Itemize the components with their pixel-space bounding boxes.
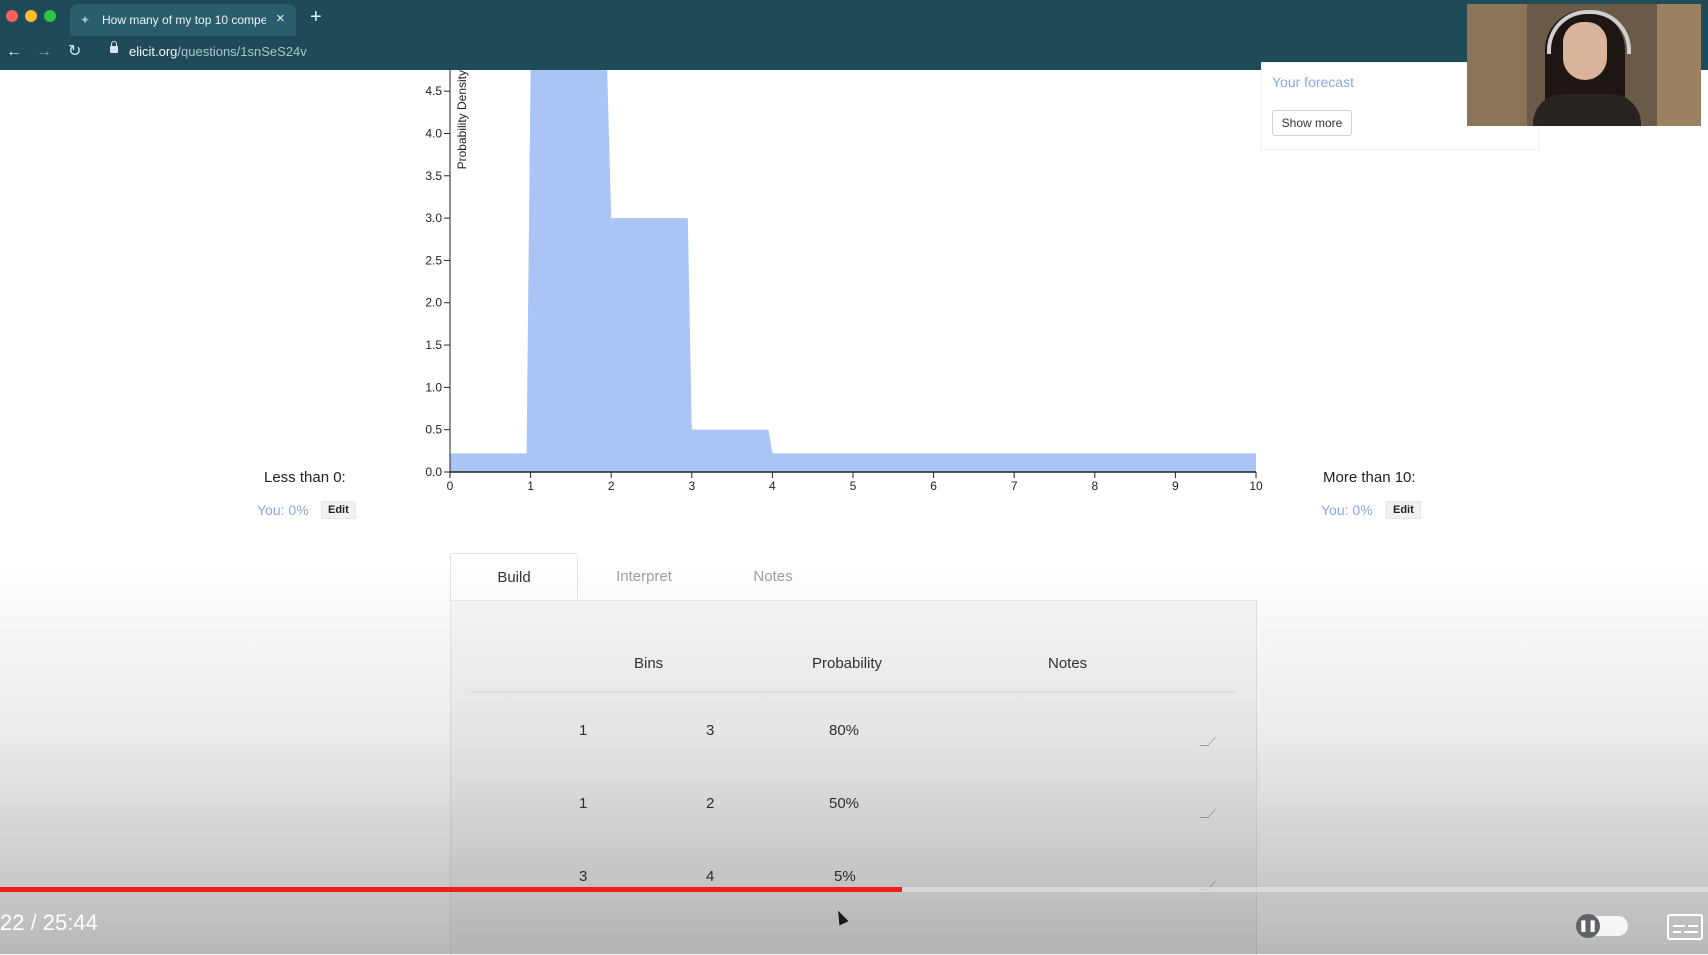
y-tick-label: 3.5 [425, 169, 442, 183]
browser-tab[interactable]: ✦ How many of my top 10 compe × [70, 4, 296, 36]
new-tab-icon[interactable]: + [310, 6, 322, 28]
bin-to-input[interactable]: 2 [706, 795, 714, 812]
bin-from-input[interactable]: 1 [579, 795, 587, 812]
webcam-person-shirt [1533, 94, 1641, 126]
density-area [450, 70, 1256, 472]
bin-to-input[interactable]: 3 [706, 722, 714, 739]
y-tick-label: 0.0 [425, 465, 442, 479]
x-tick-label: 7 [1011, 479, 1018, 493]
lock-icon [110, 41, 118, 53]
video-played-bar [0, 887, 902, 892]
x-tick-label: 1 [527, 479, 534, 493]
y-tick-label: 2.0 [425, 296, 442, 310]
build-panel: Bins Probability Notes 1 3 80% 1 2 50% 3… [450, 600, 1257, 955]
x-tick-label: 10 [1249, 479, 1263, 493]
show-more-button[interactable]: Show more [1272, 110, 1352, 136]
webcam-background-right [1657, 4, 1701, 126]
pause-icon: ❚❚ [1576, 914, 1600, 938]
probability-input[interactable]: 80% [829, 722, 859, 739]
tab-title: How many of my top 10 compe [102, 13, 266, 27]
bin-from-input[interactable]: 1 [579, 722, 587, 739]
more-than-edit-button[interactable]: Edit [1386, 501, 1421, 519]
tab-close-icon[interactable]: × [276, 11, 285, 27]
reload-icon[interactable]: ↻ [68, 43, 81, 61]
probability-input[interactable]: 5% [834, 868, 856, 885]
video-progress-bar[interactable] [0, 887, 1708, 892]
less-than-you-value: You: 0% [257, 502, 309, 518]
notes-header: Notes [1048, 655, 1088, 672]
bin-to-input[interactable]: 4 [706, 868, 714, 885]
notes-resize-handle[interactable] [1199, 809, 1216, 818]
video-time: 22 / 25:44 [0, 910, 98, 935]
y-axis-label: Probability Density [455, 70, 469, 169]
probability-header: Probability [812, 655, 883, 672]
tab-interpret[interactable]: Interpret [580, 553, 708, 600]
notes-resize-handle[interactable] [1199, 737, 1216, 746]
url-path: /questions/1snSeS24v [177, 44, 307, 59]
forward-icon[interactable]: → [36, 43, 52, 61]
bin-from-input[interactable]: 3 [579, 868, 587, 885]
minimize-window-icon[interactable] [25, 10, 37, 22]
y-tick-label: 4.0 [425, 126, 442, 140]
your-forecast-label: Your forecast [1272, 74, 1354, 90]
x-tick-label: 3 [688, 479, 695, 493]
x-tick-label: 0 [447, 479, 454, 493]
less-than-edit-button[interactable]: Edit [321, 501, 356, 519]
y-tick-label: 3.0 [425, 211, 442, 225]
autoplay-toggle[interactable]: ❚❚ [1576, 914, 1628, 938]
header-divider [471, 691, 1236, 693]
y-tick-label: 1.0 [425, 380, 442, 394]
webcam-overlay [1467, 4, 1701, 126]
captions-icon[interactable] [1667, 914, 1703, 940]
y-tick-label: 0.5 [425, 423, 442, 437]
forecast-tabs: Build Interpret Notes [450, 553, 1255, 601]
maximize-window-icon[interactable] [44, 10, 56, 22]
probability-input[interactable]: 50% [829, 795, 859, 812]
headphones-icon [1547, 10, 1631, 54]
url-field[interactable]: elicit.org/questions/1snSeS24v [129, 44, 307, 59]
x-tick-label: 8 [1091, 479, 1098, 493]
y-tick-label: 4.5 [425, 84, 442, 98]
y-tick-label: 2.5 [425, 253, 442, 267]
tab-notes[interactable]: Notes [709, 553, 837, 600]
x-tick-label: 4 [769, 479, 776, 493]
bins-header: Bins [634, 655, 664, 672]
y-tick-label: 1.5 [425, 338, 442, 352]
x-tick-label: 5 [850, 479, 857, 493]
close-window-icon[interactable] [6, 10, 18, 22]
more-than-label: More than 10: [1323, 469, 1416, 486]
favicon-icon: ✦ [80, 13, 91, 27]
x-tick-label: 9 [1172, 479, 1179, 493]
tab-bar: ✦ How many of my top 10 compe × + [0, 0, 1708, 36]
more-than-you-value: You: 0% [1321, 502, 1373, 518]
url-host: elicit.org [129, 44, 178, 59]
tab-build[interactable]: Build [450, 553, 578, 601]
x-tick-label: 2 [608, 479, 615, 493]
browser-chrome: ✦ How many of my top 10 compe × + ← → ↻ … [0, 0, 1708, 70]
less-than-label: Less than 0: [264, 469, 346, 486]
x-tick-label: 6 [930, 479, 937, 493]
webcam-background [1467, 4, 1527, 126]
back-icon[interactable]: ← [6, 43, 22, 61]
